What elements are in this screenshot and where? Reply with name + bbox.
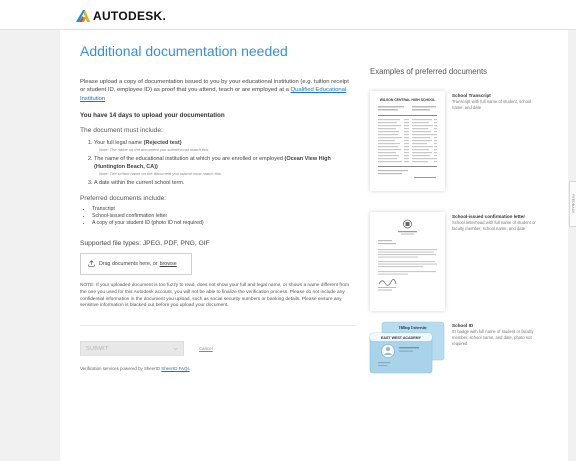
letter-description: School-issued confirmation letter School… — [452, 214, 542, 232]
list-item: School-issued confirmation letter — [92, 213, 355, 220]
requirement-value: (Rejected test) — [143, 140, 182, 147]
submit-button[interactable]: SUBMIT — [80, 341, 184, 357]
example-desc: School letterhead with full name of stud… — [452, 220, 536, 231]
browse-link[interactable]: browse — [160, 261, 177, 267]
top-bar: AUTODESK. — [0, 0, 576, 30]
cancel-link[interactable]: Cancel — [199, 346, 213, 351]
deadline-heading: You have 14 days to upload your document… — [80, 112, 225, 120]
chevron-down-icon — [173, 347, 178, 350]
intro-paragraph: Please upload a copy of documentation is… — [80, 78, 355, 103]
supported-file-types: Supported file types: JPEG, PDF, PNG, GI… — [80, 239, 210, 247]
footer: Verification services powered by SheerID… — [80, 366, 355, 371]
divider — [80, 325, 355, 327]
autodesk-logo[interactable]: AUTODESK. — [76, 8, 166, 24]
file-dropzone[interactable]: Drag documents here, or browse — [80, 252, 192, 275]
letter-thumbnail — [370, 212, 445, 311]
example-desc: Transcript with full name of student, sc… — [452, 99, 532, 110]
school-id-description: School ID ID badge with full name of stu… — [452, 323, 542, 347]
requirement-note: Note: The name on the document you submi… — [99, 147, 210, 153]
page-title: Additional documentation needed — [80, 43, 288, 59]
autodesk-logo-icon — [76, 10, 90, 22]
requirement-text: A date within the current school term. — [94, 179, 185, 186]
requirement-item: The name of the educational institution … — [94, 156, 355, 176]
form-actions: SUBMIT Cancel — [80, 341, 355, 357]
submit-label: SUBMIT — [86, 345, 109, 352]
preferred-list: Transcript School-issued confirmation le… — [80, 206, 355, 227]
dropzone-text: Drag documents here, or — [99, 260, 158, 267]
list-item: A copy of your student ID (photo ID not … — [92, 220, 355, 227]
feedback-label: FEEDBACK — [571, 194, 575, 214]
preferred-label: Preferred documents include: — [80, 195, 167, 203]
transcript-header: WILSON CENTRAL HIGH SCHOOL — [380, 98, 436, 102]
example-desc: ID badge with full name of student or fa… — [452, 329, 534, 346]
letter-document-image — [378, 219, 437, 291]
requirement-text: The name of the educational institution … — [94, 156, 285, 163]
verification-page: Additional documentation needed Please u… — [60, 30, 568, 461]
transcript-description: School Transcript Transcript with full n… — [452, 93, 542, 111]
footer-text: Verification services powered by SheerID — [80, 366, 161, 372]
feedback-tab[interactable]: FEEDBACK — [569, 181, 576, 227]
id-front-school-name: EAST WEST ACADEMY — [381, 336, 422, 340]
brand-name: AUTODESK. — [93, 9, 167, 23]
school-id-image: Hilltop University EAST WEST ACADEMY — [369, 321, 445, 374]
transcript-thumbnail: WILSON CENTRAL HIGH SCHOOL — [370, 91, 445, 191]
examples-panel: Examples of preferred documents WILSON C… — [369, 67, 550, 374]
transcript-document-image: WILSON CENTRAL HIGH SCHOOL — [378, 98, 437, 178]
must-include-label: The document must include: — [80, 127, 163, 135]
sheerid-faq-link[interactable]: SheerID FAQs — [161, 366, 189, 371]
requirement-item: A date within the current school term. — [94, 180, 355, 187]
id-back-school-name: Hilltop University — [399, 326, 427, 330]
requirement-text: Your full legal name — [94, 140, 144, 147]
upload-form: Additional documentation needed Please u… — [80, 40, 355, 371]
requirement-item: Your full legal name (Rejected test) Not… — [94, 140, 355, 153]
requirement-note: Note: The school name on the document yo… — [99, 170, 222, 176]
upload-warning: NOTE: If your uploaded document is too f… — [80, 282, 349, 309]
upload-icon — [88, 260, 95, 267]
examples-title: Examples of preferred documents — [370, 67, 488, 76]
list-item: Transcript — [92, 206, 355, 213]
requirements-list: Your full legal name (Rejected test) Not… — [80, 140, 355, 187]
